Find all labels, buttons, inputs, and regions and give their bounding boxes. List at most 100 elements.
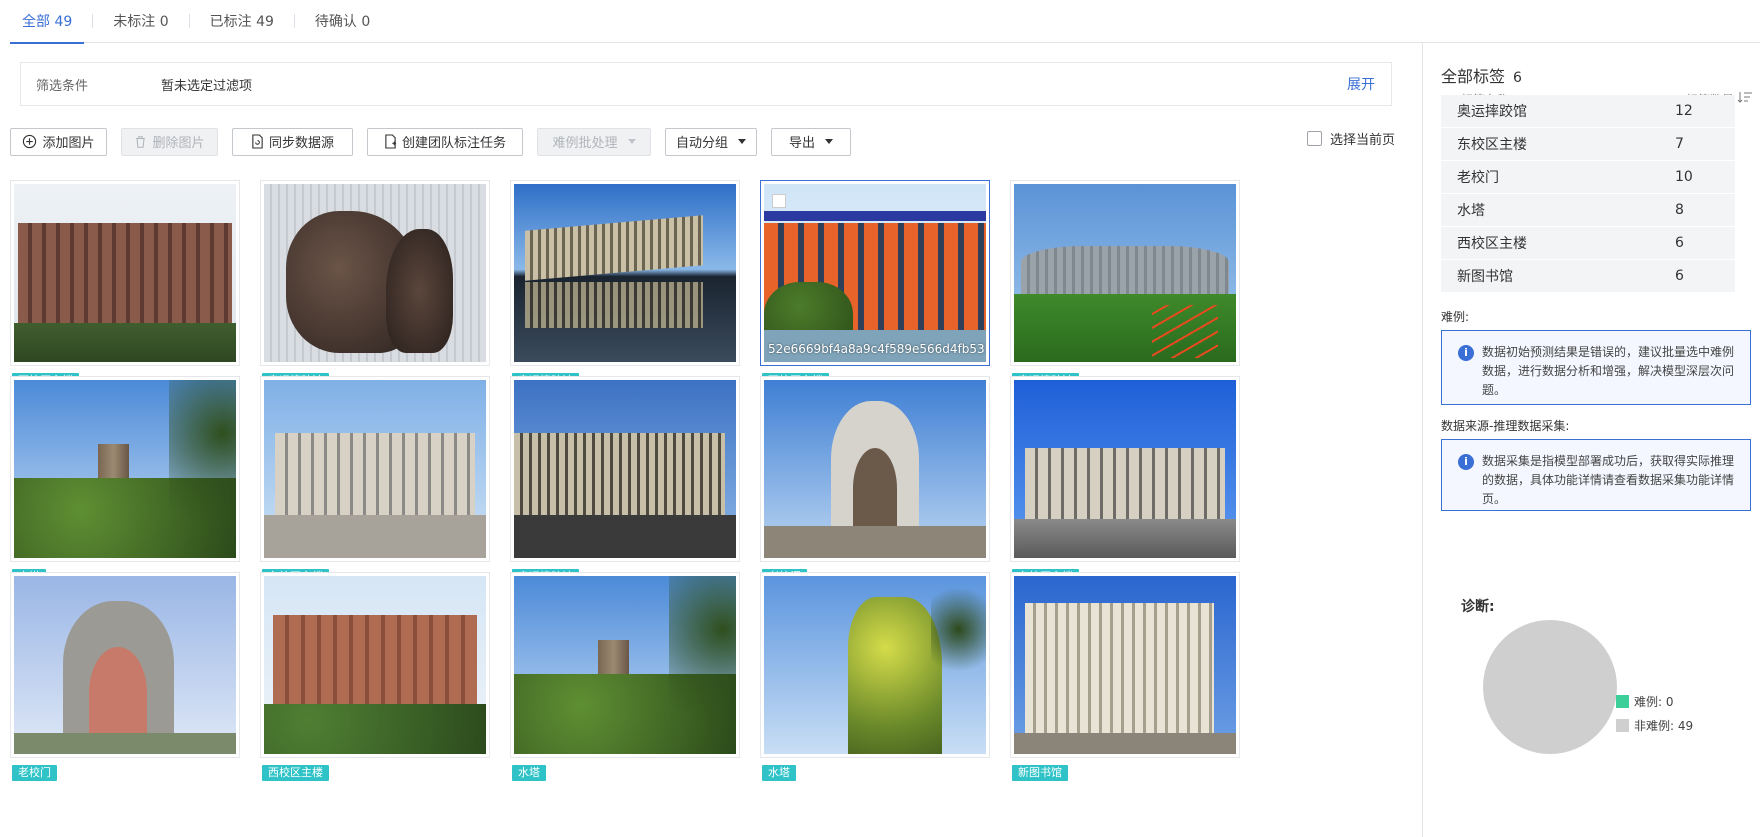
label-row-name: 老校门: [1457, 170, 1499, 186]
image-card[interactable]: 水塔: [510, 572, 740, 781]
image-card[interactable]: 东校区主楼: [260, 376, 490, 585]
tab-divider: [92, 14, 94, 28]
legend-nonhard: 非难例: 49: [1616, 717, 1693, 734]
image-card[interactable]: 水塔: [760, 572, 990, 781]
image-preview: [514, 576, 736, 754]
auto-group-dropdown[interactable]: 自动分组: [665, 127, 757, 156]
image-thumbnail[interactable]: 52e6669bf4a8a9c4f589e566d4fb5318.jpeg: [760, 180, 990, 366]
image-grid: 西校区主楼 奥运摔跤馆 奥运摔跤馆 52e66: [10, 180, 1392, 837]
image-card[interactable]: 52e6669bf4a8a9c4f589e566d4fb5318.jpeg 西校…: [760, 180, 990, 389]
legend-swatch-nonhard: [1616, 719, 1629, 732]
caret-down-icon: [738, 139, 747, 144]
image-thumbnail[interactable]: [1010, 376, 1240, 562]
image-card[interactable]: 奥运摔跤馆: [510, 180, 740, 389]
label-row-name: 奥运摔跤馆: [1457, 104, 1527, 120]
plus-circle-icon: [22, 134, 37, 149]
image-preview: [1014, 576, 1236, 754]
sync-file-icon: [251, 134, 264, 149]
hard-example-text: 数据初始预测结果是错误的，建议批量选中难例数据，进行数据分析和增强，解决模型深层…: [1482, 345, 1735, 397]
label-row[interactable]: 奥运摔跤馆 12: [1441, 95, 1735, 127]
tab-pending[interactable]: 待确认 0: [303, 0, 382, 43]
image-label-tag: 老校门: [12, 765, 57, 781]
delete-image-button[interactable]: 删除图片: [121, 127, 218, 156]
diagnosis-heading: 诊断:: [1461, 599, 1495, 615]
image-thumbnail[interactable]: [10, 376, 240, 562]
select-page-control[interactable]: 选择当前页: [1307, 129, 1395, 148]
image-thumbnail[interactable]: [760, 572, 990, 758]
label-row-count: 6: [1675, 235, 1684, 251]
image-card[interactable]: 西校区主楼: [260, 572, 490, 781]
tab-labeled[interactable]: 已标注 49: [198, 0, 286, 43]
image-card[interactable]: 东校区主楼: [1010, 376, 1240, 585]
image-card[interactable]: 奥运摔跤馆: [260, 180, 490, 389]
image-thumbnail[interactable]: [10, 180, 240, 366]
image-filename: 52e6669bf4a8a9c4f589e566d4fb5318.jpeg: [768, 342, 986, 356]
image-preview: 52e6669bf4a8a9c4f589e566d4fb5318.jpeg: [764, 184, 986, 362]
image-preview: [1014, 380, 1236, 558]
create-team-task-button[interactable]: 创建团队标注任务: [367, 127, 523, 156]
image-preview: [14, 380, 236, 558]
sort-icon[interactable]: [1737, 91, 1752, 107]
image-thumbnail[interactable]: [260, 572, 490, 758]
image-thumbnail[interactable]: [260, 376, 490, 562]
image-preview: [264, 380, 486, 558]
label-row-name: 西校区主楼: [1457, 236, 1527, 252]
filter-bar: 筛选条件 暂未选定过滤项 展开: [20, 62, 1392, 106]
image-preview: [264, 576, 486, 754]
caret-down-icon: [627, 139, 636, 144]
image-thumbnail[interactable]: [10, 572, 240, 758]
info-icon: i: [1458, 454, 1474, 470]
image-thumbnail[interactable]: [1010, 180, 1240, 366]
image-thumbnail[interactable]: [510, 180, 740, 366]
label-row-count: 8: [1675, 202, 1684, 218]
info-icon: i: [1458, 345, 1474, 361]
label-row-count: 10: [1675, 169, 1693, 185]
label-row[interactable]: 老校门 10: [1441, 161, 1735, 193]
image-card[interactable]: 水塔: [10, 376, 240, 585]
label-row[interactable]: 东校区主楼 7: [1441, 128, 1735, 160]
image-thumbnail[interactable]: [510, 376, 740, 562]
image-label-tag: 西校区主楼: [262, 765, 329, 781]
label-row[interactable]: 新图书馆 6: [1441, 260, 1735, 292]
image-preview: [14, 184, 236, 362]
tab-unlabeled[interactable]: 未标注 0: [101, 0, 180, 43]
hard-batch-label: 难例批处理: [552, 136, 618, 151]
auto-group-label: 自动分组: [676, 136, 729, 151]
label-row-name: 新图书馆: [1457, 269, 1513, 285]
image-preview: [1014, 184, 1236, 362]
select-page-checkbox[interactable]: [1307, 131, 1322, 146]
image-select-checkbox[interactable]: [772, 194, 786, 208]
label-row[interactable]: 西校区主楼 6: [1441, 227, 1735, 259]
image-thumbnail[interactable]: [1010, 572, 1240, 758]
label-row-count: 12: [1675, 103, 1693, 119]
image-thumbnail[interactable]: [260, 180, 490, 366]
legend-nonhard-label: 非难例: 49: [1634, 719, 1694, 733]
image-card[interactable]: 奥运摔跤馆: [510, 376, 740, 585]
filter-value: 暂未选定过滤项: [161, 78, 253, 94]
image-card[interactable]: 老校门: [10, 572, 240, 781]
image-card[interactable]: 新图书馆: [1010, 572, 1240, 781]
hard-example-heading: 难例:: [1441, 310, 1470, 324]
image-preview: [764, 576, 986, 754]
image-thumbnail[interactable]: [510, 572, 740, 758]
image-card[interactable]: 奥运摔跤馆: [1010, 180, 1240, 389]
image-card[interactable]: 西校区主楼: [10, 180, 240, 389]
hard-batch-dropdown[interactable]: 难例批处理: [537, 127, 651, 156]
tab-all[interactable]: 全部 49: [10, 0, 85, 44]
label-row-name: 东校区主楼: [1457, 137, 1527, 153]
filter-expand-link[interactable]: 展开: [1347, 74, 1391, 94]
export-dropdown[interactable]: 导出: [771, 127, 851, 156]
trash-icon: [134, 135, 147, 149]
label-row[interactable]: 水塔 8: [1441, 194, 1735, 226]
sync-source-button[interactable]: 同步数据源: [232, 127, 353, 156]
image-card[interactable]: 老校门: [760, 376, 990, 585]
label-row-count: 6: [1675, 268, 1684, 284]
data-source-heading: 数据来源-推理数据采集:: [1441, 419, 1570, 433]
add-image-label: 添加图片: [42, 136, 95, 151]
image-preview: [14, 576, 236, 754]
image-thumbnail[interactable]: [760, 376, 990, 562]
sync-source-label: 同步数据源: [268, 136, 334, 151]
image-label-tag: 水塔: [762, 765, 796, 781]
add-image-button[interactable]: 添加图片: [10, 127, 107, 156]
filter-label: 筛选条件: [36, 78, 89, 94]
